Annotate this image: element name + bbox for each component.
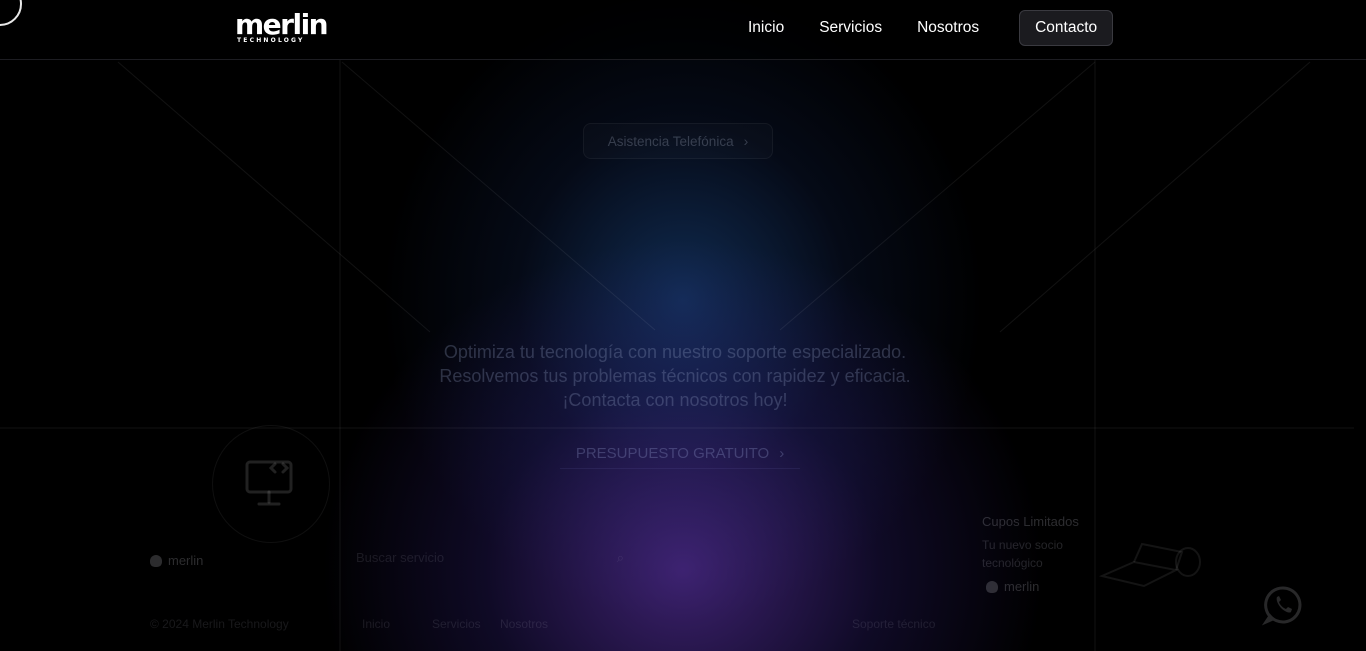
card-brand-right-label: merlin — [1004, 579, 1040, 594]
search-icon: ⌕ — [616, 550, 624, 565]
cta-label: PRESUPUESTO GRATUITO — [575, 444, 770, 462]
card-brand-left-label: merlin — [168, 553, 204, 568]
contact-button[interactable]: Contacto — [1019, 10, 1114, 46]
nav-link-servicios[interactable]: Servicios — [804, 10, 902, 46]
nav-link-inicio[interactable]: Inicio — [733, 10, 804, 46]
card-brand-left: merlin — [150, 553, 203, 568]
cursor-ring-icon — [0, 0, 22, 26]
chevron-right-icon: › — [779, 444, 785, 462]
nav-link-nosotros[interactable]: Nosotros — [902, 10, 999, 46]
monitor-code-icon — [245, 460, 293, 506]
promo-subtitle: Tu nuevo socio tecnológico — [982, 538, 1063, 570]
chevron-right-icon: › — [743, 133, 749, 149]
footer-link-inicio[interactable]: Inicio — [362, 617, 390, 631]
free-quote-button[interactable]: PRESUPUESTO GRATUITO › — [560, 438, 800, 469]
shield-icon — [986, 580, 998, 593]
hero-description: Optimiza tu tecnología con nuestro sopor… — [439, 342, 911, 410]
logo-subtitle: TECHNOLOGY — [237, 37, 305, 44]
service-search-field[interactable]: Buscar servicio ⌕ — [356, 550, 636, 572]
pill-label: Asistencia Telefónica — [607, 133, 734, 149]
top-navigation-bar: merlin TECHNOLOGY Inicio Servicios Nosot… — [0, 0, 1366, 60]
merlin-logo[interactable]: merlin TECHNOLOGY — [235, 8, 329, 46]
footer-link-nosotros[interactable]: Nosotros — [500, 617, 548, 631]
whatsapp-icon[interactable] — [1262, 584, 1304, 626]
footer-copyright: © 2024 Merlin Technology — [150, 617, 289, 631]
page: merlin TECHNOLOGY Inicio Servicios Nosot… — [0, 0, 1366, 651]
promo-title: Cupos Limitados — [982, 514, 1079, 529]
shield-icon — [150, 554, 162, 567]
search-placeholder: Buscar servicio — [356, 550, 445, 565]
laptop-illustration-icon — [1098, 542, 1201, 588]
main-nav: Inicio Servicios Nosotros Contacto — [733, 10, 1114, 46]
phone-assistance-pill[interactable]: Asistencia Telefónica › — [583, 123, 773, 159]
footer-link-servicios[interactable]: Servicios — [432, 617, 481, 631]
card-brand-right: merlin — [986, 579, 1039, 594]
footer-support: Soporte técnico — [852, 617, 936, 631]
